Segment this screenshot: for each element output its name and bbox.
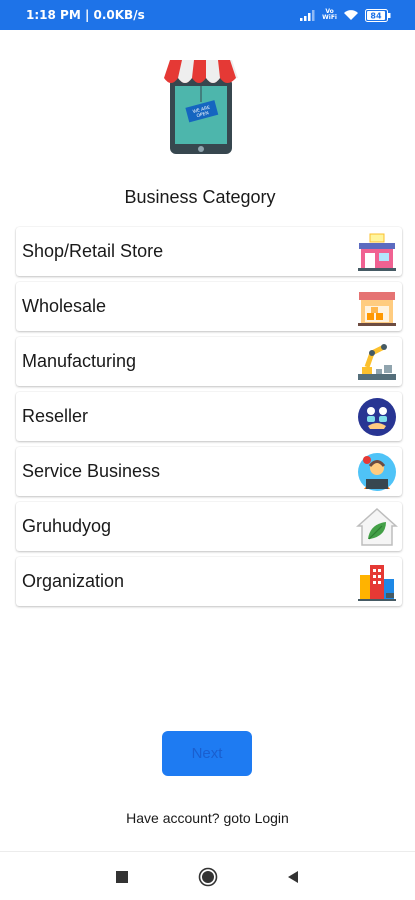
category-label: Service Business — [22, 461, 161, 481]
category-organization[interactable]: Organization — [16, 557, 402, 606]
page-title: Business Category — [124, 187, 276, 207]
category-wholesale[interactable]: Wholesale — [16, 282, 402, 331]
category-label: Shop/Retail Store — [22, 241, 164, 261]
wholesale-warehouse-icon — [356, 286, 398, 328]
robot-arm-factory-icon — [356, 341, 398, 383]
back-triangle-icon[interactable] — [282, 866, 304, 888]
next-button[interactable]: Next — [162, 731, 252, 776]
category-label: Organization — [22, 571, 125, 591]
shop-store-icon — [356, 231, 398, 273]
service-support-agent-icon — [356, 451, 398, 493]
status-time: 1:18 PM | 0.0KB/s — [26, 8, 145, 22]
status-bar: 1:18 PM | 0.0KB/s Vo WiFi 84 — [0, 0, 415, 30]
reseller-people-icon — [356, 396, 398, 438]
svg-text:84: 84 — [370, 11, 382, 20]
category-label: Wholesale — [22, 296, 107, 316]
wifi-icon — [343, 9, 359, 21]
category-label: Manufacturing — [22, 351, 137, 371]
battery-icon: 84 — [365, 8, 391, 22]
home-circle-icon[interactable] — [197, 866, 219, 888]
home-leaf-icon — [356, 506, 398, 548]
category-list: Shop/Retail Store Wholesale Manufacturin… — [16, 227, 402, 612]
store-logo: WE ARE OPEN — [160, 56, 242, 156]
category-gruhudyog[interactable]: Gruhudyog — [16, 502, 402, 551]
signal-icon — [300, 9, 316, 21]
category-service-business[interactable]: Service Business — [16, 447, 402, 496]
category-manufacturing[interactable]: Manufacturing — [16, 337, 402, 386]
goto-login-link[interactable]: Have account? goto Login — [126, 810, 289, 826]
category-shop-retail-store[interactable]: Shop/Retail Store — [16, 227, 402, 276]
vowifi-icon: Vo WiFi — [322, 8, 337, 21]
category-reseller[interactable]: Reseller — [16, 392, 402, 441]
navigation-bar — [0, 851, 415, 900]
office-buildings-icon — [356, 561, 398, 603]
category-label: Gruhudyog — [22, 516, 112, 536]
recents-square-icon[interactable] — [111, 866, 133, 888]
category-label: Reseller — [22, 406, 89, 426]
status-icons: Vo WiFi 84 — [300, 7, 391, 23]
login-prompt[interactable]: Have account? goto Login — [0, 810, 415, 826]
